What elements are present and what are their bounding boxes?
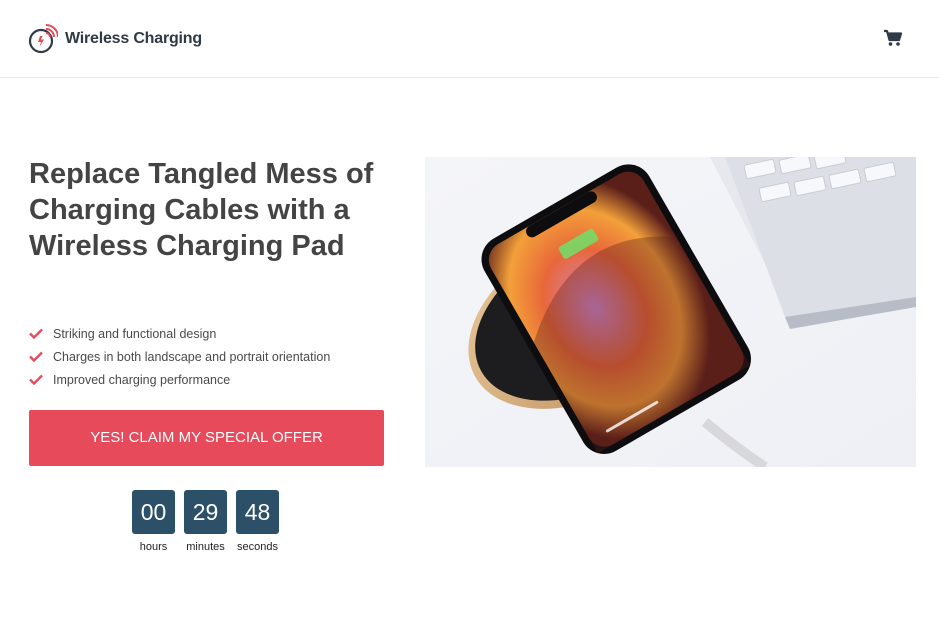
countdown-timer: 00 hours 29 minutes 48 seconds: [130, 490, 279, 553]
countdown-seconds: 48 seconds: [236, 490, 279, 553]
feature-item: Charges in both landscape and portrait o…: [29, 345, 330, 368]
brand-logo[interactable]: Wireless Charging: [28, 23, 202, 55]
feature-item: Improved charging performance: [29, 368, 330, 391]
wireless-charging-logo-icon: [28, 24, 58, 54]
site-header: Wireless Charging: [0, 0, 939, 78]
countdown-hours-label: hours: [139, 541, 168, 553]
hero-headline: Replace Tangled Mess of Charging Cables …: [29, 158, 374, 262]
countdown-minutes-label: minutes: [186, 541, 225, 553]
countdown-seconds-label: seconds: [237, 541, 278, 553]
shopping-cart-icon[interactable]: [883, 29, 903, 47]
feature-text: Charges in both landscape and portrait o…: [53, 349, 331, 364]
checkmark-icon: [29, 351, 43, 362]
feature-text: Improved charging performance: [53, 372, 231, 387]
feature-item: Striking and functional design: [29, 322, 330, 345]
checkmark-icon: [29, 328, 43, 339]
countdown-hours-value: 00: [132, 490, 175, 534]
brand-name: Wireless Charging: [65, 30, 202, 47]
countdown-minutes: 29 minutes: [184, 490, 227, 553]
countdown-seconds-value: 48: [236, 490, 279, 534]
countdown-hours: 00 hours: [132, 490, 175, 553]
product-illustration: [425, 157, 916, 467]
product-hero-image: [425, 157, 916, 467]
feature-list: Striking and functional design Charges i…: [29, 322, 330, 391]
countdown-minutes-value: 29: [184, 490, 227, 534]
claim-offer-button[interactable]: YES! CLAIM MY SPECIAL OFFER: [29, 410, 384, 466]
checkmark-icon: [29, 374, 43, 385]
feature-text: Striking and functional design: [53, 326, 217, 341]
